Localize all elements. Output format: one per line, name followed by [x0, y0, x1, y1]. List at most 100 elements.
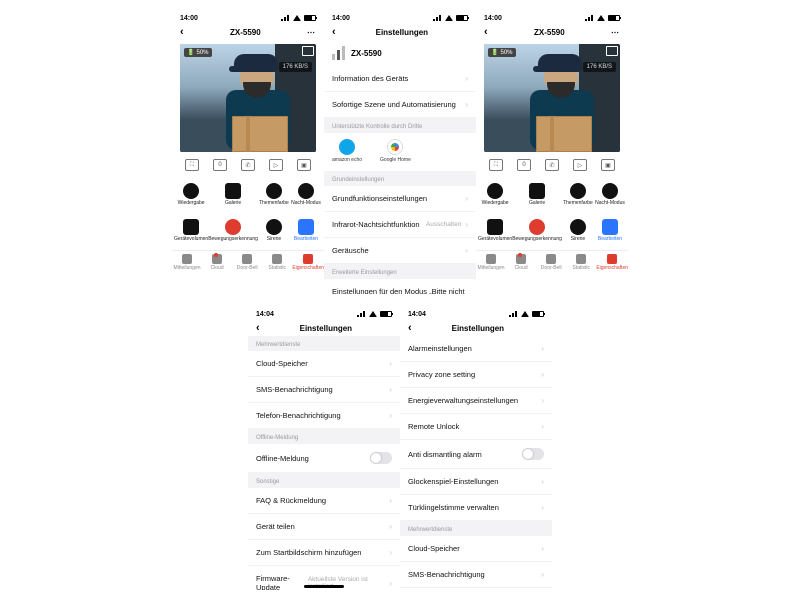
camera-controls: ⛶ 0 ✆ ▷ ▣: [172, 156, 324, 174]
pip-icon[interactable]: [302, 46, 314, 56]
row-privacy-zone[interactable]: Privacy zone setting›: [400, 362, 552, 388]
feed-bitrate: 176 KB/S: [279, 62, 312, 72]
row-cloud-storage[interactable]: Cloud-Speicher›: [400, 536, 552, 562]
tab-messages[interactable]: Mitteilungen: [172, 251, 202, 274]
tile-siren[interactable]: Sirene: [258, 214, 290, 248]
record-icon[interactable]: 0: [517, 159, 531, 171]
record-icon[interactable]: 0: [213, 159, 227, 171]
signal-icon: [281, 15, 290, 21]
camera-feed[interactable]: 🔋50% 176 KB/S: [484, 44, 620, 152]
signal-bars-icon: [332, 46, 345, 60]
back-button[interactable]: ‹: [484, 26, 488, 38]
capture-icon[interactable]: ▣: [297, 159, 311, 171]
tile-night[interactable]: Nacht-Modus: [594, 178, 626, 212]
tile-edit[interactable]: Bearbeiten: [290, 214, 322, 248]
toggle-anti-dismantling[interactable]: [522, 448, 544, 460]
amazon-echo-icon: [339, 139, 355, 155]
row-voice[interactable]: Türklingelstimme verwalten›: [400, 495, 552, 521]
screen-settings-3: 14:04 ‹Einstellungen Alarmeinstellungen›…: [400, 308, 552, 590]
row-basic-settings[interactable]: Grundfunktionseinstellungen›: [324, 186, 476, 212]
row-alarm[interactable]: Alarmeinstellungen›: [400, 336, 552, 362]
toggle-offline[interactable]: [370, 452, 392, 464]
back-button[interactable]: ‹: [408, 322, 412, 334]
play-icon[interactable]: ▷: [573, 159, 587, 171]
tile-volume[interactable]: Gerätevolumen: [478, 214, 512, 248]
tile-theme[interactable]: Themenfarbe: [258, 178, 290, 212]
tab-statistic[interactable]: Statistic: [566, 251, 596, 274]
tab-cloud[interactable]: Cloud: [202, 251, 232, 274]
chevron-right-icon: ›: [465, 74, 468, 83]
row-remote-unlock[interactable]: Remote Unlock›: [400, 414, 552, 440]
tab-doorbell[interactable]: Door-Bell: [536, 251, 566, 274]
feature-grid: Wiedergabe Galerie Themenfarbe Nacht-Mod…: [172, 174, 324, 250]
capture-icon[interactable]: ▣: [601, 159, 615, 171]
row-cloud-storage[interactable]: Cloud-Speicher›: [248, 351, 400, 377]
screen-camera-2: 14:00 ‹ZX-5590⋯ 🔋50% 176 KB/S ⛶ 0 ✆ ▷ ▣ …: [476, 12, 628, 294]
status-time: 14:00: [180, 15, 198, 22]
screen-settings-2: 14:04 ‹Einstellungen Mehrwertdienste Clo…: [248, 308, 400, 590]
row-scene[interactable]: Sofortige Szene und Automatisierung›: [324, 92, 476, 118]
back-button[interactable]: ‹: [180, 26, 184, 38]
more-button[interactable]: ⋯: [611, 28, 620, 37]
row-sms[interactable]: SMS-Benachrichtigung›: [400, 562, 552, 588]
row-ir-night[interactable]: Infrarot-NachtsichtfunktionAusschalten›: [324, 212, 476, 238]
row-sms[interactable]: SMS-Benachrichtigung›: [248, 377, 400, 403]
page-title: Einstellungen: [376, 28, 428, 37]
row-offline-toggle[interactable]: Offline-Meldung: [248, 444, 400, 473]
row-device-info[interactable]: Information des Geräts›: [324, 66, 476, 92]
row-faq[interactable]: FAQ & Rückmeldung›: [248, 488, 400, 514]
tile-theme[interactable]: Themenfarbe: [562, 178, 594, 212]
row-homescreen[interactable]: Zum Startbildschirm hinzufügen›: [248, 540, 400, 566]
tab-doorbell[interactable]: Door-Bell: [232, 251, 262, 274]
tile-playback[interactable]: Wiedergabe: [478, 178, 512, 212]
tab-properties[interactable]: Eigenschaften: [292, 251, 324, 274]
row-phone-notif[interactable]: Telefon-Benachrichtigung›: [248, 403, 400, 429]
google-home[interactable]: Google Home: [380, 139, 411, 163]
fullscreen-icon[interactable]: ⛶: [185, 159, 199, 171]
row-phone-notif[interactable]: Telefon-Benachrichtigung›: [400, 588, 552, 590]
tile-volume[interactable]: Gerätevolumen: [174, 214, 208, 248]
call-icon[interactable]: ✆: [545, 159, 559, 171]
google-home-icon: [387, 139, 403, 155]
battery-icon: [304, 15, 316, 21]
feed-battery: 🔋50%: [184, 48, 212, 57]
back-button[interactable]: ‹: [332, 26, 336, 38]
third-party-row: amazon echo Google Home: [324, 133, 476, 171]
tile-motion[interactable]: Bewegungserkennung: [512, 214, 562, 248]
call-icon[interactable]: ✆: [241, 159, 255, 171]
tab-statistic[interactable]: Statistic: [262, 251, 292, 274]
screen-settings-1: 14:00 ‹Einstellungen ZX-5590 Information…: [324, 12, 476, 294]
row-anti-dismantling[interactable]: Anti dismantling alarm: [400, 440, 552, 469]
home-indicator: [304, 585, 344, 588]
amazon-echo[interactable]: amazon echo: [332, 139, 362, 163]
status-bar: 14:00: [172, 12, 324, 24]
section-third-party: Unterstützte Kontrolle durch Dritte: [324, 118, 476, 133]
tile-gallery[interactable]: Galerie: [512, 178, 562, 212]
device-header[interactable]: ZX-5590: [324, 40, 476, 66]
tile-edit[interactable]: Bearbeiten: [594, 214, 626, 248]
pip-icon[interactable]: [606, 46, 618, 56]
row-chime[interactable]: Glockenspiel-Einstellungen›: [400, 469, 552, 495]
tab-bar: Mitteilungen Cloud Door-Bell Statistic E…: [172, 250, 324, 274]
row-sounds[interactable]: Geräusche›: [324, 238, 476, 264]
tab-messages[interactable]: Mitteilungen: [476, 251, 506, 274]
camera-feed[interactable]: 🔋50% 176 KB/S: [180, 44, 316, 152]
fullscreen-icon[interactable]: ⛶: [489, 159, 503, 171]
tile-siren[interactable]: Sirene: [562, 214, 594, 248]
more-button[interactable]: ⋯: [307, 28, 316, 37]
tile-night[interactable]: Nacht-Modus: [290, 178, 322, 212]
play-icon[interactable]: ▷: [269, 159, 283, 171]
wifi-icon: [293, 15, 301, 21]
tab-cloud[interactable]: Cloud: [506, 251, 536, 274]
row-share[interactable]: Gerät teilen›: [248, 514, 400, 540]
row-dnd[interactable]: Einstellungen für den Modus „Bitte nicht…: [324, 279, 476, 294]
tile-motion[interactable]: Bewegungserkennung: [208, 214, 258, 248]
tile-gallery[interactable]: Galerie: [208, 178, 258, 212]
back-button[interactable]: ‹: [256, 322, 260, 334]
screen-camera-1: 14:00 ‹ ZX-5590 ⋯ 🔋50% 176 KB/S ⛶ 0 ✆ ▷ …: [172, 12, 324, 294]
page-title: ZX-5590: [230, 28, 261, 37]
row-power[interactable]: Energieverwaltungseinstellungen›: [400, 388, 552, 414]
tile-playback[interactable]: Wiedergabe: [174, 178, 208, 212]
nav-bar: ‹ ZX-5590 ⋯: [172, 24, 324, 40]
tab-properties[interactable]: Eigenschaften: [596, 251, 628, 274]
